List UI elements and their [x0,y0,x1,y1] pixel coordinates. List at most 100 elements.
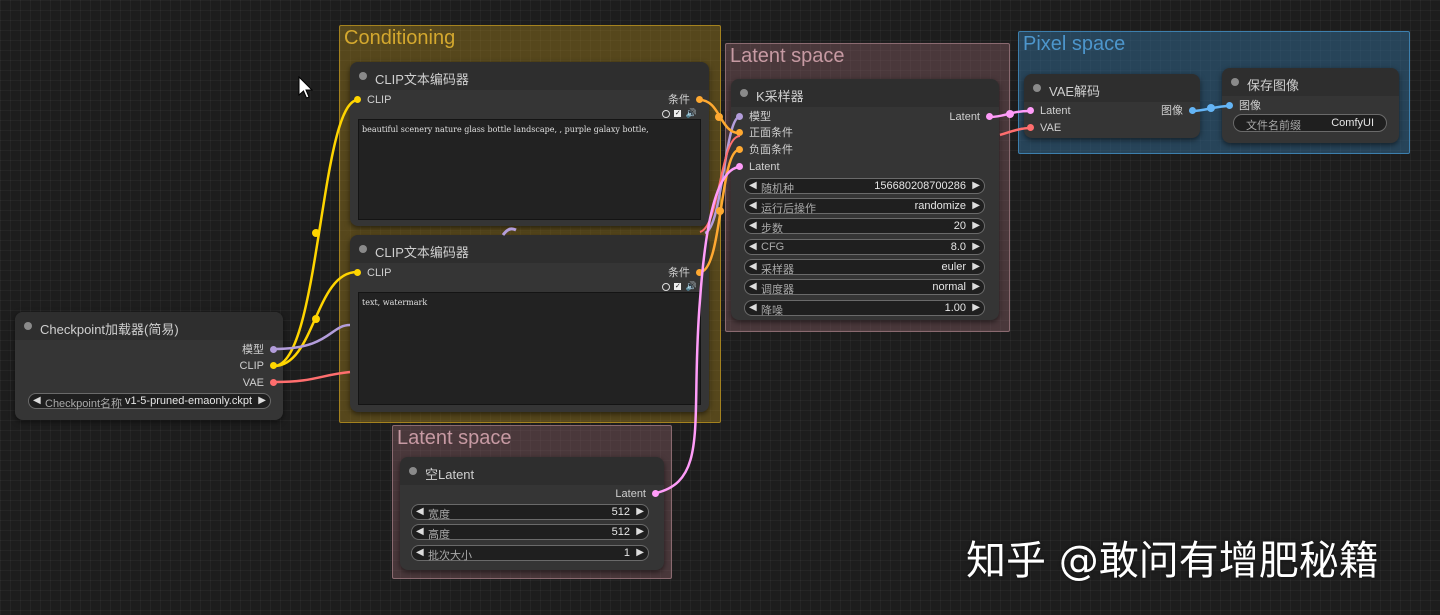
widget-value: 512 [611,526,630,538]
arrow-right-icon[interactable]: ▶ [972,180,980,191]
slot-dot-icon[interactable] [696,96,703,103]
slot-dot-icon[interactable] [354,269,361,276]
slot-label: CLIP [367,267,392,279]
arrow-left-icon[interactable]: ◀ [416,506,424,517]
speaker-icon[interactable]: 🔊 [686,108,697,119]
input-slot-latent[interactable]: Latent [736,160,780,174]
node-title-bar[interactable]: K采样器 [731,79,999,107]
node-title-bar[interactable]: VAE解码 [1024,74,1200,102]
radio-icon[interactable] [661,109,670,118]
arrow-left-icon[interactable]: ◀ [749,281,757,292]
input-slot-positive[interactable]: 正面条件 [736,126,793,140]
prompt-textarea[interactable]: text, watermark [358,292,701,405]
output-slot-latent[interactable]: Latent [949,110,993,124]
node-vae-decode[interactable]: VAE解码 Latent VAE 图像 [1024,74,1200,138]
slot-dot-icon[interactable] [736,113,743,120]
widget-label: 采样器 [761,264,794,276]
input-slot-negative[interactable]: 负面条件 [736,143,793,157]
arrow-right-icon[interactable]: ▶ [972,302,980,313]
widget-scheduler[interactable]: ◀ 调度器 normal ▶ [744,279,985,296]
slot-dot-icon[interactable] [1226,102,1233,109]
arrow-left-icon[interactable]: ◀ [416,526,424,537]
arrow-right-icon[interactable]: ▶ [972,241,980,252]
slot-dot-icon[interactable] [1027,124,1034,131]
arrow-right-icon[interactable]: ▶ [258,395,266,406]
input-slot-vae[interactable]: VAE [1027,121,1061,135]
collapse-dot-icon[interactable] [409,467,417,475]
arrow-right-icon[interactable]: ▶ [636,506,644,517]
node-title-bar[interactable]: CLIP文本编码器 [350,235,709,263]
slot-dot-icon[interactable] [652,490,659,497]
ckpt-name-combo[interactable]: ◀ Checkpoint名称 v1-5-pruned-emaonly.ckpt … [28,393,271,410]
arrow-right-icon[interactable]: ▶ [972,220,980,231]
widget-sampler[interactable]: ◀ 采样器 euler ▶ [744,259,985,276]
prompt-textarea[interactable]: beautiful scenery nature glass bottle la… [358,119,701,220]
collapse-dot-icon[interactable] [1033,84,1041,92]
widget-height[interactable]: ◀ 高度 512 ▶ [411,524,649,541]
node-title-bar[interactable]: 空Latent [400,457,664,485]
node-empty-latent-image[interactable]: 空Latent Latent ◀ 宽度 512 ▶ ◀ 高度 512 ▶ ◀ 批… [400,457,664,570]
widget-steps[interactable]: ◀ 步数 20 ▶ [744,218,985,235]
slot-dot-icon[interactable] [1027,107,1034,114]
node-checkpoint-loader[interactable]: Checkpoint加载器(简易) 模型 CLIP VAE ◀ Checkpoi… [15,312,283,420]
node-title-bar[interactable]: 保存图像 [1222,68,1399,96]
node-save-image[interactable]: 保存图像 图像 文件名前缀 ComfyUI [1222,68,1399,143]
arrow-right-icon[interactable]: ▶ [972,261,980,272]
node-title-bar[interactable]: Checkpoint加载器(简易) [15,312,283,340]
slot-dot-icon[interactable] [354,96,361,103]
collapse-dot-icon[interactable] [359,72,367,80]
output-slot-image[interactable]: 图像 [1161,104,1196,118]
arrow-left-icon[interactable]: ◀ [416,547,424,558]
arrow-left-icon[interactable]: ◀ [749,220,757,231]
arrow-left-icon[interactable]: ◀ [749,200,757,211]
arrow-left-icon[interactable]: ◀ [749,180,757,191]
input-slot-clip[interactable]: CLIP [354,93,391,107]
widget-control-after-generate[interactable]: ◀ 运行后操作 randomize ▶ [744,198,985,215]
collapse-dot-icon[interactable] [359,245,367,253]
collapse-dot-icon[interactable] [740,89,748,97]
collapse-dot-icon[interactable] [1231,78,1239,86]
arrow-left-icon[interactable]: ◀ [33,395,41,406]
arrow-right-icon[interactable]: ▶ [972,281,980,292]
input-slot-clip[interactable]: CLIP [354,266,391,280]
slot-dot-icon[interactable] [270,362,277,369]
output-slot-conditioning[interactable]: 条件 [668,266,703,280]
slot-dot-icon[interactable] [736,146,743,153]
radio-icon[interactable] [661,282,670,291]
input-slot-latent[interactable]: Latent [1027,104,1071,118]
speaker-icon[interactable]: 🔊 [686,281,697,292]
widget-batch-size[interactable]: ◀ 批次大小 1 ▶ [411,545,649,562]
slot-dot-icon[interactable] [1189,107,1196,114]
output-slot-latent[interactable]: Latent [615,487,659,501]
output-slot-clip[interactable]: CLIP [240,359,277,373]
arrow-right-icon[interactable]: ▶ [636,547,644,558]
arrow-left-icon[interactable]: ◀ [749,302,757,313]
arrow-left-icon[interactable]: ◀ [749,241,757,252]
node-ksampler[interactable]: K采样器 模型 正面条件 负面条件 Latent Latent ◀ 随机种 15… [731,79,999,320]
output-slot-vae[interactable]: VAE [243,376,277,390]
input-slot-model[interactable]: 模型 [736,110,771,124]
arrow-right-icon[interactable]: ▶ [972,200,980,211]
slot-dot-icon[interactable] [736,163,743,170]
widget-denoise[interactable]: ◀ 降噪 1.00 ▶ [744,300,985,317]
widget-cfg[interactable]: ◀ CFG 8.0 ▶ [744,239,985,255]
node-clip-text-encode-positive[interactable]: CLIP文本编码器 CLIP 条件 ✓ 🔊 beautiful scenery … [350,62,709,226]
checkbox-icon[interactable]: ✓ [674,110,682,118]
filename-prefix-input[interactable]: 文件名前缀 ComfyUI [1233,114,1387,132]
slot-dot-icon[interactable] [736,129,743,136]
output-slot-conditioning[interactable]: 条件 [668,93,703,107]
arrow-right-icon[interactable]: ▶ [636,526,644,537]
node-clip-text-encode-negative[interactable]: CLIP文本编码器 CLIP 条件 ✓ 🔊 text, watermark [350,235,709,412]
collapse-dot-icon[interactable] [24,322,32,330]
slot-dot-icon[interactable] [986,113,993,120]
output-slot-model[interactable]: 模型 [242,343,277,357]
arrow-left-icon[interactable]: ◀ [749,261,757,272]
widget-width[interactable]: ◀ 宽度 512 ▶ [411,504,649,521]
slot-dot-icon[interactable] [696,269,703,276]
input-slot-image[interactable]: 图像 [1226,99,1261,113]
slot-dot-icon[interactable] [270,379,277,386]
node-title-bar[interactable]: CLIP文本编码器 [350,62,709,90]
slot-dot-icon[interactable] [270,346,277,353]
checkbox-icon[interactable]: ✓ [674,283,682,291]
widget-seed[interactable]: ◀ 随机种 156680208700286 ▶ [744,178,985,195]
